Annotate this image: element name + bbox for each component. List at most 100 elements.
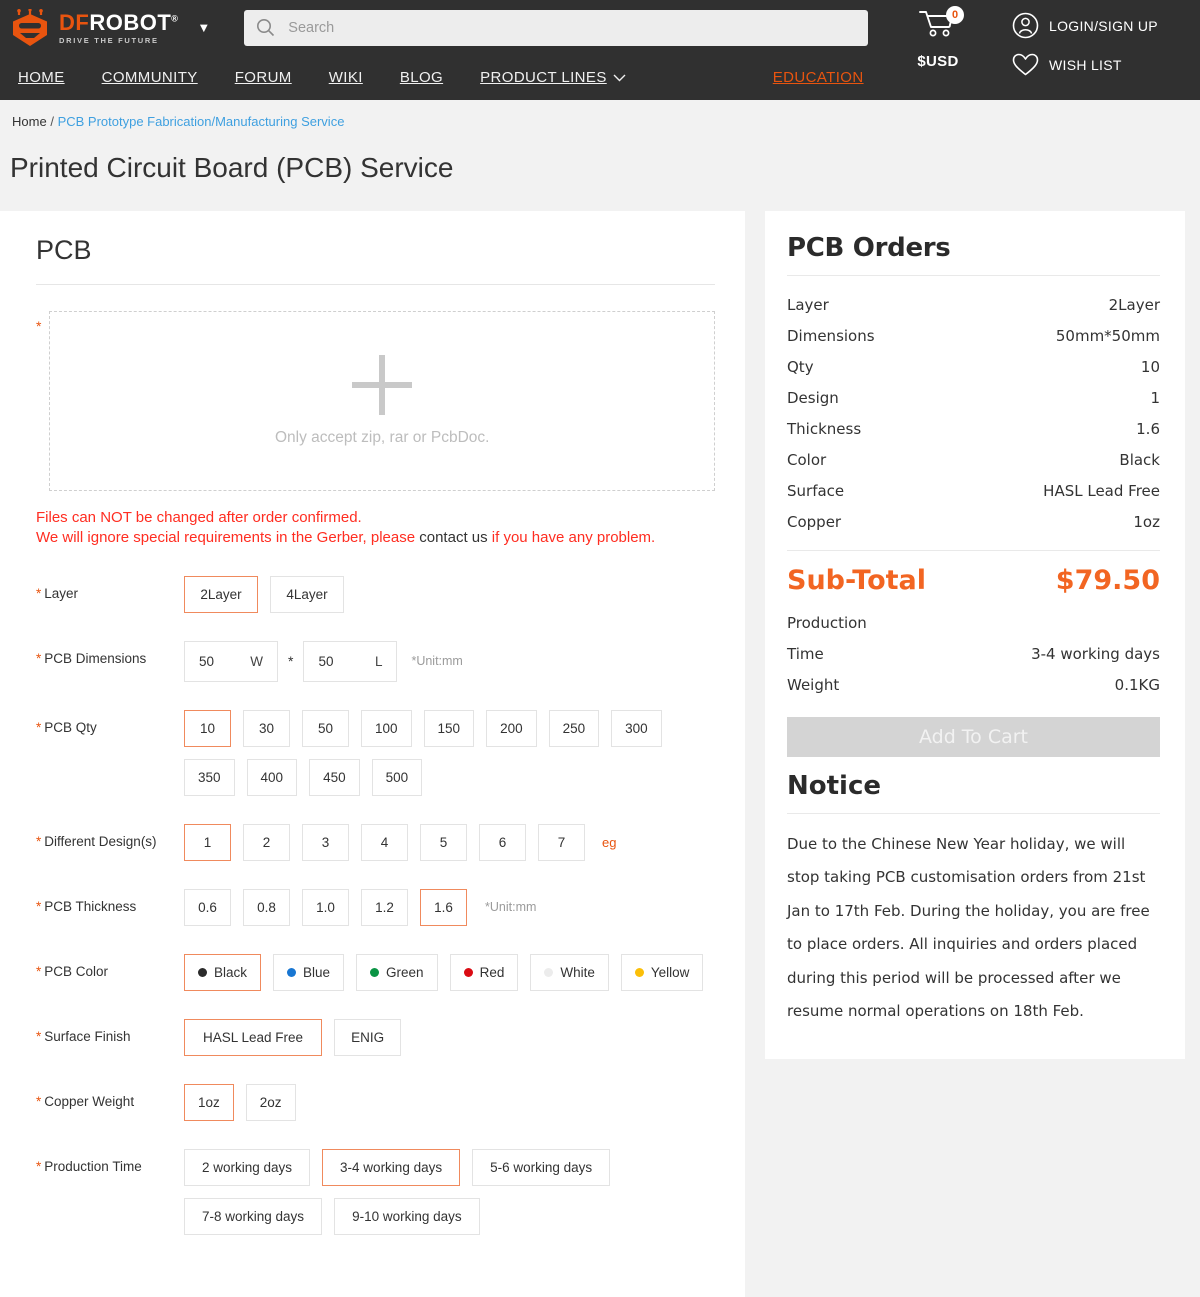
options-copper: 1oz 2oz <box>184 1083 715 1121</box>
option-design-4[interactable]: 4 <box>361 823 408 861</box>
summary-value: HASL Lead Free <box>1043 482 1160 500</box>
field-dimensions: * PCB Dimensions 50 W * 50 L *Unit:mm <box>36 640 715 682</box>
login-signup-label: LOGIN/SIGN UP <box>1049 17 1158 34</box>
label-text: Production Time <box>44 1158 142 1174</box>
option-qty-500[interactable]: 500 <box>371 758 423 796</box>
option-thickness-1-2[interactable]: 1.2 <box>361 888 408 926</box>
option-qty-300[interactable]: 300 <box>611 709 662 747</box>
color-label: White <box>560 964 595 980</box>
logo-robot: ROBOT <box>89 9 172 35</box>
option-thickness-1-6[interactable]: 1.6 <box>420 888 467 926</box>
search-bar[interactable] <box>244 9 869 46</box>
nav-item-forum[interactable]: FORUM <box>235 69 292 86</box>
color-swatch-red <box>463 967 473 977</box>
option-surface-enig[interactable]: ENIG <box>334 1018 402 1056</box>
sub-total-row: Sub-Total $79.50 <box>787 565 1160 596</box>
label-text: Layer <box>44 585 79 601</box>
option-qty-150[interactable]: 150 <box>423 709 475 747</box>
label-text: PCB Thickness <box>44 898 137 914</box>
dropzone-hint: Only accept zip, rar or PcbDoc. <box>274 428 490 446</box>
color-swatch-yellow <box>634 967 644 977</box>
option-color-black[interactable]: Black <box>184 953 262 991</box>
option-design-3[interactable]: 3 <box>302 823 349 861</box>
option-design-2[interactable]: 2 <box>243 823 290 861</box>
nav-item-wiki[interactable]: WIKI <box>329 69 363 86</box>
option-thickness-1-0[interactable]: 1.0 <box>302 888 349 926</box>
breadcrumb-current[interactable]: PCB Prototype Fabrication/Manufacturing … <box>58 114 345 129</box>
option-color-blue[interactable]: Blue <box>273 953 345 991</box>
option-copper-1oz[interactable]: 1oz <box>184 1083 234 1121</box>
nav-item-education[interactable]: EDUCATION <box>773 69 864 86</box>
option-qty-350[interactable]: 350 <box>184 758 235 796</box>
option-design-7[interactable]: 7 <box>538 823 585 861</box>
breadcrumb-home[interactable]: Home <box>12 114 47 129</box>
dfrobot-robot-icon <box>13 8 47 46</box>
summary-value: 10 <box>1140 358 1160 376</box>
option-qty-250[interactable]: 250 <box>548 709 600 747</box>
nav-item-home[interactable]: HOME <box>18 69 65 86</box>
logo-registered: ® <box>171 13 179 24</box>
option-layer-2layer[interactable]: 2Layer <box>184 575 258 613</box>
nav-item-product-lines[interactable]: PRODUCT LINES <box>480 69 626 86</box>
inputs-dimensions: 50 W * 50 L *Unit:mm <box>184 640 715 682</box>
option-qty-400[interactable]: 400 <box>246 758 298 796</box>
option-design-1[interactable]: 1 <box>184 823 231 861</box>
label-text: Surface Finish <box>44 1028 131 1044</box>
chevron-down-icon[interactable]: ▼ <box>197 20 210 35</box>
summary-row-qty: Qty 10 <box>787 352 1160 383</box>
wish-list-link[interactable]: WISH LIST <box>1012 53 1158 77</box>
option-qty-450[interactable]: 450 <box>309 758 360 796</box>
option-layer-4layer[interactable]: 4Layer <box>270 575 344 613</box>
contact-us-link[interactable]: contact us <box>419 529 487 546</box>
summary-key: Qty <box>787 358 814 376</box>
dimensions-unit-note: *Unit:mm <box>411 654 463 668</box>
option-color-yellow[interactable]: Yellow <box>620 953 704 991</box>
option-thickness-0-6[interactable]: 0.6 <box>184 888 231 926</box>
notice-divider <box>787 812 1160 814</box>
nav-label: HOME <box>18 69 65 86</box>
option-qty-10[interactable]: 10 <box>184 709 231 747</box>
option-design-5[interactable]: 5 <box>420 823 467 861</box>
option-qty-200[interactable]: 200 <box>486 709 537 747</box>
option-design-6[interactable]: 6 <box>479 823 526 861</box>
pcb-orders-title: PCB Orders <box>787 232 951 263</box>
file-dropzone[interactable]: Only accept zip, rar or PcbDoc. <box>49 310 715 491</box>
option-thickness-0-8[interactable]: 0.8 <box>243 888 290 926</box>
label-text: Copper Weight <box>44 1093 135 1109</box>
pcb-width-input[interactable]: 50 W <box>184 640 278 682</box>
option-qty-30[interactable]: 30 <box>243 709 290 747</box>
login-signup-link[interactable]: LOGIN/SIGN UP <box>1012 12 1158 39</box>
time-label: Time <box>787 645 824 663</box>
currency-selector[interactable]: $USD <box>905 53 971 70</box>
site-logo[interactable]: DFROBOT® DRIVE THE FUTURE ▼ <box>10 8 210 47</box>
order-summary-panel: PCB Orders Layer 2Layer Dimensions 50mm*… <box>765 210 1185 1059</box>
summary-row-color: Color Black <box>787 445 1160 476</box>
option-color-white[interactable]: White <box>530 953 609 991</box>
search-input[interactable] <box>286 18 857 37</box>
summary-row-thickness: Thickness 1.6 <box>787 414 1160 445</box>
options-color: Black Blue Green Red White Yellow <box>184 953 715 991</box>
option-ptime-2[interactable]: 2 working days <box>184 1148 311 1186</box>
option-ptime-9-10[interactable]: 9-10 working days <box>334 1197 480 1235</box>
option-surface-hasl[interactable]: HASL Lead Free <box>184 1018 323 1056</box>
breadcrumb: Home / PCB Prototype Fabrication/Manufac… <box>0 100 1200 129</box>
option-copper-2oz[interactable]: 2oz <box>245 1083 296 1121</box>
heart-icon <box>1012 53 1039 76</box>
summary-row-layer: Layer 2Layer <box>787 290 1160 321</box>
design-eg-link[interactable]: eg <box>602 835 616 850</box>
summary-key: Surface <box>787 482 845 500</box>
option-ptime-7-8[interactable]: 7-8 working days <box>184 1197 323 1235</box>
content-columns: PCB * Only accept zip, rar or PcbDoc. Fi… <box>0 210 1200 1297</box>
pcb-length-input[interactable]: 50 L <box>303 640 398 682</box>
nav-item-blog[interactable]: BLOG <box>400 69 443 86</box>
option-color-red[interactable]: Red <box>449 953 519 991</box>
option-ptime-5-6[interactable]: 5-6 working days <box>472 1148 611 1186</box>
cart-block[interactable]: 0 $USD <box>905 6 971 70</box>
option-color-green[interactable]: Green <box>356 953 438 991</box>
option-ptime-3-4[interactable]: 3-4 working days <box>322 1148 461 1186</box>
nav-item-community[interactable]: COMMUNITY <box>102 69 198 86</box>
option-qty-50[interactable]: 50 <box>302 709 349 747</box>
option-qty-100[interactable]: 100 <box>361 709 412 747</box>
time-row: Time 3-4 working days <box>787 639 1160 670</box>
add-to-cart-button[interactable]: Add To Cart <box>787 716 1160 757</box>
